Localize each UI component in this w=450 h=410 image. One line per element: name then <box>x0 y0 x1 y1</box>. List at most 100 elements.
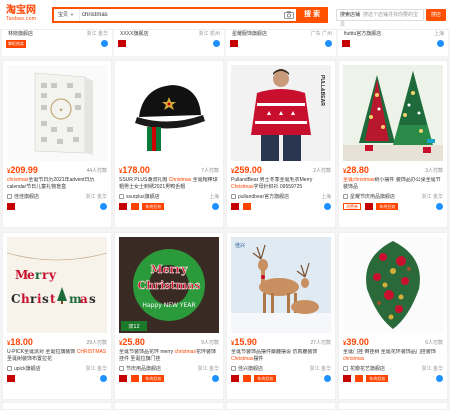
product-title[interactable]: U-PICK圣诞派对 圣诞拉旗装饰 CHRISTMAS 圣诞树装饰布置拉花 <box>7 349 109 363</box>
list-item[interactable] <box>114 402 224 410</box>
service-icons <box>7 203 17 211</box>
shop-name: pullandbear官方旗舰店 <box>238 194 290 200</box>
svg-text:佳兴: 佳兴 <box>235 242 245 249</box>
sales-count: 9人付款 <box>201 340 219 346</box>
shop-name: 佳佳旗舰店 <box>14 194 40 200</box>
shop-icon <box>119 194 124 199</box>
search-input[interactable] <box>82 10 282 20</box>
title-text: 圣诞节装饰品摆件麋鹿摆设 仿真鹿装饰 <box>231 349 318 355</box>
wangwang-chat-icon[interactable] <box>324 203 331 210</box>
wangwang-chat-icon[interactable] <box>212 203 219 210</box>
service-icons: 年终狂欢 <box>343 375 390 383</box>
wangwang-chat-icon[interactable] <box>436 203 443 210</box>
shop-link[interactable]: 节庆用品旗舰店 <box>119 365 161 372</box>
search-type-dropdown[interactable]: 宝贝 ▼ <box>54 9 80 21</box>
wangwang-chat-icon[interactable] <box>212 375 219 382</box>
search-type-label: 宝贝 <box>58 12 69 18</box>
shop-search-button[interactable]: 搜店 <box>426 9 446 21</box>
location-label: 浙江 金华 <box>86 31 108 37</box>
wangwang-chat-icon[interactable] <box>436 375 443 382</box>
shop-link[interactable]: 花瓣花艺旗舰店 <box>343 365 385 372</box>
product-title[interactable]: PullandBear 男士冬季圣诞毛衣Merry Christmas字母针织衫… <box>231 177 333 191</box>
svg-text:C: C <box>11 292 21 306</box>
shop-link[interactable]: pullandbear官方旗舰店 <box>231 193 289 200</box>
product-title[interactable]: 圣诞门挂 倒挂树 圣诞花环装饰品门挂装饰 christmas <box>343 349 445 363</box>
product-price: ¥39.00 <box>343 337 369 347</box>
sales-count: 7人付款 <box>201 168 219 174</box>
product-image[interactable]: 佳兴 <box>231 237 331 333</box>
wangwang-chat-icon[interactable] <box>437 40 444 47</box>
list-item[interactable] <box>226 402 336 410</box>
search-header: 淘宝网 Taobao.com 宝贝▼ 搜 索 搜索店铺搜这个店铺寻找你要的宝贝 … <box>0 0 450 30</box>
wangwang-chat-icon[interactable] <box>101 40 108 47</box>
product-price: ¥209.99 <box>7 165 38 175</box>
price-value: 178.00 <box>122 165 150 175</box>
svg-text:Christmas: Christmas <box>138 279 201 292</box>
title-text: SSUR PLUS潮流礼帽 <box>119 177 169 183</box>
list-item[interactable]: fiutttu官方旗舰店 上海 <box>338 30 448 56</box>
shop-icon <box>7 366 12 371</box>
list-item[interactable]: 林晓旗舰店 浙江 金华 掌柜热卖 <box>2 30 112 56</box>
product-price: ¥259.00 <box>231 165 262 175</box>
promo-tag: 年终狂欢 <box>254 375 277 382</box>
list-item[interactable] <box>338 402 448 410</box>
shop-link[interactable]: 星耀服饰旗舰店 <box>232 30 267 37</box>
tmall-icon <box>342 40 350 47</box>
search-button[interactable]: 搜 索 <box>296 7 328 23</box>
promo-tag: 年终狂欢 <box>366 375 389 382</box>
tmall-icon <box>119 375 127 382</box>
shop-link[interactable]: 佳兴旗舰店 <box>231 365 263 372</box>
title-highlight: Christmas <box>168 177 192 183</box>
list-item[interactable]: XXXX旗舰店 浙江 杭州 <box>114 30 224 56</box>
service-icons: 年终狂欢 <box>231 375 278 383</box>
product-card[interactable]: PULL&BEAR ¥259.00 2人付款 PullandBear 男士冬季圣… <box>226 60 336 228</box>
list-item[interactable] <box>2 402 112 410</box>
product-title[interactable]: christmas圣诞节日历2021年advent日历 calendar节日儿童… <box>7 177 109 191</box>
tmall-icon <box>231 203 239 210</box>
product-title[interactable]: 圣诞christmas树小摆件 装饰品办公桌圣诞节装饰品 <box>343 177 445 191</box>
product-image[interactable]: Merry Christmas Happy NEW YEAR 双12 <box>119 237 219 333</box>
shop-icon <box>343 366 348 371</box>
wangwang-chat-icon[interactable] <box>325 40 332 47</box>
product-card[interactable]: ¥39.00 6人付款 圣诞门挂 倒挂树 圣诞花环装饰品门挂装饰 christm… <box>338 232 448 400</box>
camera-icon[interactable] <box>284 11 294 19</box>
product-title[interactable]: 圣诞节装饰品摆件麋鹿摆设 仿真鹿装饰 Christmas摆件 <box>231 349 333 363</box>
svg-text:Happy NEW YEAR: Happy NEW YEAR <box>142 302 195 309</box>
price-value: 259.00 <box>234 165 262 175</box>
shop-search-field[interactable]: 搜索店铺 搜这个店铺寻找你要的宝贝 <box>336 9 424 28</box>
wangwang-chat-icon[interactable] <box>100 375 107 382</box>
svg-text:y: y <box>48 268 57 282</box>
shop-link[interactable]: XXXX旗舰店 <box>120 30 148 37</box>
wangwang-chat-icon[interactable] <box>100 203 107 210</box>
wangwang-chat-icon[interactable] <box>324 375 331 382</box>
shop-name: 花瓣花艺旗舰店 <box>350 366 386 372</box>
product-image[interactable]: Merry Christ mas <box>7 237 107 333</box>
product-card[interactable]: ¥28.80 3人付款 圣诞christmas树小摆件 装饰品办公桌圣诞节装饰品… <box>338 60 448 228</box>
shop-link[interactable]: ssurplus旗舰店 <box>119 193 160 200</box>
product-card[interactable]: Merry Christmas Happy NEW YEAR 双12 ¥25.8… <box>114 232 224 400</box>
shop-link[interactable]: fiutttu官方旗舰店 <box>344 30 381 37</box>
product-image[interactable] <box>343 237 443 333</box>
sales-count: 27人付款 <box>310 340 331 346</box>
product-title[interactable]: 圣诞节装饰品花环 merry christmas花环装饰 挂件 圣诞拉旗门挂 <box>119 349 221 363</box>
svg-text:s: s <box>89 292 96 306</box>
taobao-logo[interactable]: 淘宝网 Taobao.com <box>6 5 50 25</box>
product-image[interactable] <box>119 65 219 161</box>
product-card[interactable]: 佳兴 ¥15.90 27人付款 圣诞节装饰品摆件麋鹿摆设 仿真鹿装饰 Chris… <box>226 232 336 400</box>
shop-link[interactable]: upick旗舰店 <box>7 365 41 372</box>
product-card[interactable]: ✦ ¥209.99 44人付款 christmas圣诞节日历2021年adven… <box>2 60 112 228</box>
wangwang-chat-icon[interactable] <box>213 40 220 47</box>
shop-name: 节庆用品旗舰店 <box>126 366 162 372</box>
shop-link[interactable]: 星耀节庆用品旗舰店 <box>343 193 395 200</box>
product-image[interactable]: PULL&BEAR <box>231 65 331 161</box>
product-card[interactable]: Merry Christ mas ¥18.00 29人付款 U-PICK圣诞派对… <box>2 232 112 400</box>
list-item[interactable]: 星耀服饰旗舰店 广东 广州 <box>226 30 336 56</box>
shop-link[interactable]: 林晓旗舰店 <box>8 30 33 37</box>
tmall-icon <box>118 40 126 47</box>
title-text: 圣诞节装饰品花环 merry <box>119 349 175 355</box>
product-card[interactable]: ¥178.00 7人付款 SSUR PLUS潮流礼帽 Christmas 圣诞帽… <box>114 60 224 228</box>
product-title[interactable]: SSUR PLUS潮流礼帽 Christmas 圣诞帽棒球帽男士女士刺绣2021… <box>119 177 221 191</box>
product-image[interactable]: ✦ <box>7 65 107 161</box>
shop-link[interactable]: 佳佳旗舰店 <box>7 193 39 200</box>
product-image[interactable] <box>343 65 443 161</box>
